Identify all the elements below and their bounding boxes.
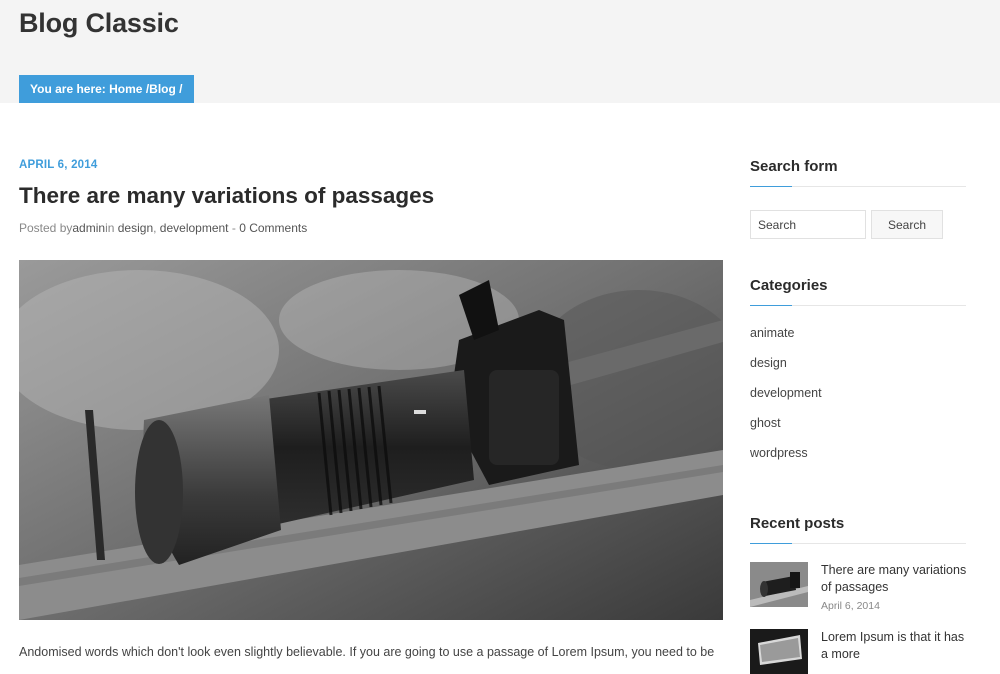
recent-posts-widget-title: Recent posts <box>750 515 845 532</box>
breadcrumb: You are here: Home /Blog / <box>19 75 194 103</box>
recent-post-thumbnail[interactable] <box>750 629 808 674</box>
post-meta: Posted byadminin design, development - 0… <box>19 221 307 235</box>
breadcrumb-separator: / <box>175 82 183 96</box>
categories-widget-title: Categories <box>750 277 828 294</box>
category-item: design <box>750 354 822 384</box>
post-category-link[interactable]: design <box>118 221 153 235</box>
post-excerpt: Andomised words which don't look even sl… <box>19 645 715 659</box>
camera-photo-image <box>19 260 723 620</box>
recent-post-item: Lorem Ipsum is that it has a more <box>750 629 966 674</box>
post-featured-image[interactable] <box>19 260 723 620</box>
widget-divider <box>750 186 966 187</box>
breadcrumb-home-link[interactable]: Home <box>109 82 142 96</box>
post-date: APRIL 6, 2014 <box>19 159 98 171</box>
category-item: animate <box>750 324 822 354</box>
recent-post-item: There are many variations of passages Ap… <box>750 562 966 622</box>
category-link-animate[interactable]: animate <box>750 326 794 340</box>
widget-divider <box>750 305 966 306</box>
post-author-link[interactable]: admin <box>72 221 105 235</box>
category-link-design[interactable]: design <box>750 356 787 370</box>
recent-post-thumbnail[interactable] <box>750 562 808 607</box>
widget-divider <box>750 543 966 544</box>
category-separator: , <box>153 221 160 235</box>
camera-thumbnail-image <box>750 562 808 607</box>
category-link-development[interactable]: development <box>750 386 822 400</box>
post-title[interactable]: There are many variations of passages <box>19 183 434 209</box>
category-item: wordpress <box>750 444 822 474</box>
breadcrumb-blog-link[interactable]: Blog <box>149 82 176 96</box>
search-button[interactable]: Search <box>871 210 943 239</box>
recent-post-title-link[interactable]: There are many variations of passages <box>821 562 971 596</box>
posted-by-label: Posted by <box>19 221 73 235</box>
post-comments-link[interactable]: 0 Comments <box>239 221 307 235</box>
category-item: ghost <box>750 414 822 444</box>
category-link-wordpress[interactable]: wordpress <box>750 446 808 460</box>
recent-post-text: There are many variations of passages Ap… <box>821 562 971 612</box>
recent-post-text: Lorem Ipsum is that it has a more <box>821 629 971 663</box>
recent-post-title-link[interactable]: Lorem Ipsum is that it has a more <box>821 629 971 663</box>
category-link-ghost[interactable]: ghost <box>750 416 781 430</box>
breadcrumb-prefix: You are here: <box>30 82 110 96</box>
search-input[interactable] <box>750 210 866 239</box>
page-title: Blog Classic <box>19 8 179 38</box>
category-list: animate design development ghost wordpre… <box>750 324 822 474</box>
category-item: development <box>750 384 822 414</box>
search-widget-title: Search form <box>750 158 838 175</box>
comments-separator: - <box>228 221 240 235</box>
post-category-link[interactable]: development <box>160 221 229 235</box>
posted-in-label: in <box>105 221 118 235</box>
laptop-thumbnail-image <box>750 629 808 674</box>
recent-post-date: April 6, 2014 <box>821 600 880 612</box>
